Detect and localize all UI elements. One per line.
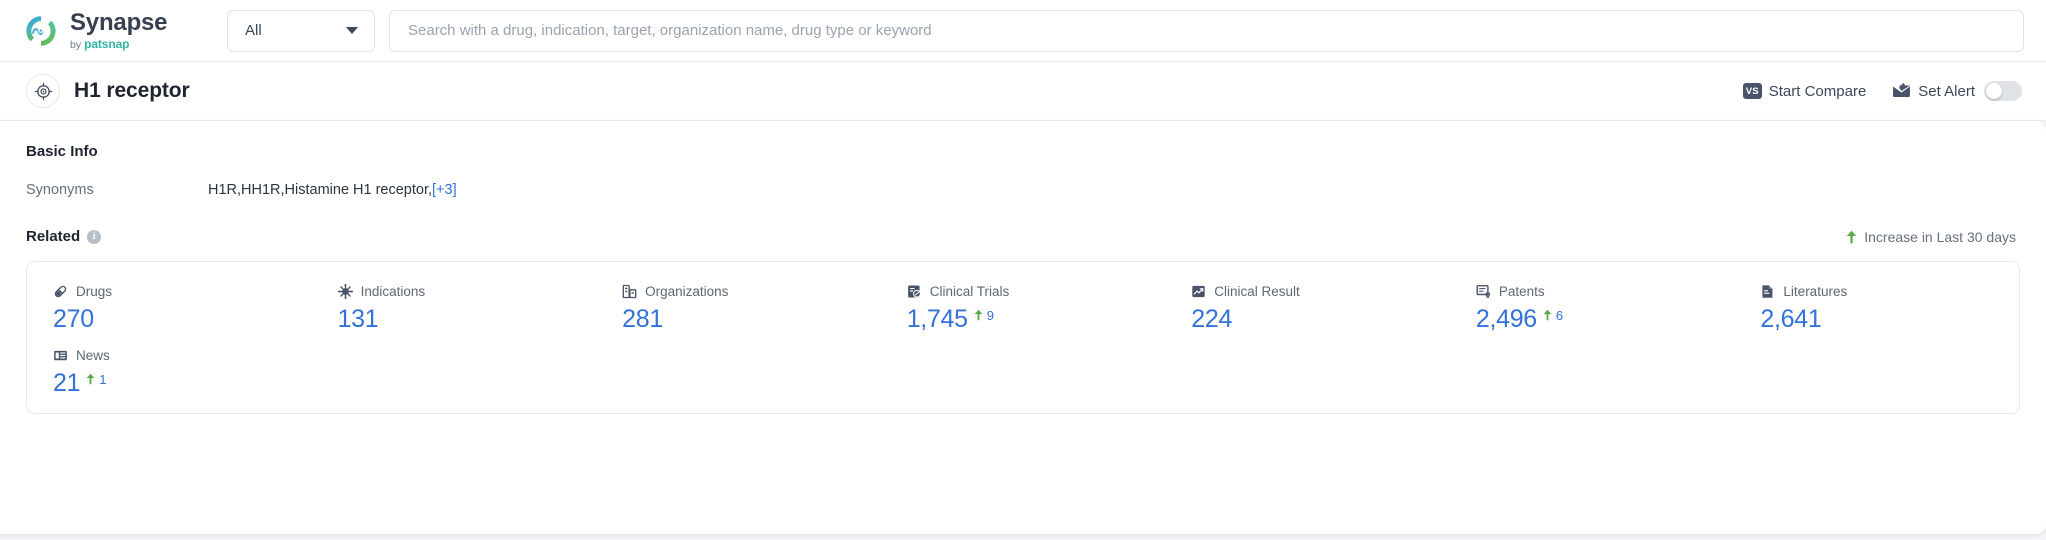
- arrow-up-icon: [86, 372, 95, 390]
- chevron-down-icon: [346, 27, 358, 34]
- stat-value: 1,745: [907, 306, 968, 332]
- search-scope-value: All: [245, 22, 262, 39]
- pill-capsule-icon: [53, 284, 68, 299]
- related-title: Related: [26, 228, 80, 245]
- global-top-bar: Synapse by patsnap All: [0, 0, 2046, 62]
- stat-delta: 6: [1543, 306, 1563, 326]
- start-compare-label: Start Compare: [1769, 83, 1867, 100]
- increase-legend-label: Increase in Last 30 days: [1864, 229, 2016, 245]
- patent-icon: [1476, 284, 1491, 299]
- stat-delta-value: 1: [99, 372, 106, 386]
- page-title: H1 receptor: [74, 79, 190, 103]
- target-crosshair-icon: [26, 74, 60, 108]
- vs-badge-icon: VS: [1743, 83, 1762, 99]
- stat-delta: 1: [86, 370, 106, 390]
- search-scope-select[interactable]: All: [227, 10, 375, 52]
- clinical-result-icon: [1191, 284, 1206, 299]
- building-icon: [622, 284, 637, 299]
- start-compare-button[interactable]: VS Start Compare: [1743, 83, 1867, 100]
- arrow-up-icon: [1846, 230, 1857, 244]
- stat-news[interactable]: News 21 1: [27, 346, 312, 396]
- brand-by-label: by: [70, 40, 81, 51]
- basic-info-title: Basic Info: [26, 143, 2020, 160]
- related-stats-card: Drugs 270: [26, 261, 2020, 414]
- entity-header-actions: VS Start Compare Set Alert: [1743, 81, 2022, 101]
- stat-label: Organizations: [645, 284, 728, 299]
- info-icon[interactable]: i: [87, 230, 101, 244]
- stat-value: 21: [53, 370, 80, 396]
- set-alert-toggle[interactable]: [1984, 81, 2022, 101]
- stat-delta-value: 9: [987, 308, 994, 322]
- stat-indications[interactable]: Indications 131: [312, 282, 597, 332]
- stat-label: Patents: [1499, 284, 1545, 299]
- stat-literatures[interactable]: Literatures 2,641: [1734, 282, 2019, 332]
- global-search-box[interactable]: [389, 10, 2024, 52]
- synapse-swirl-logo-icon: [22, 12, 60, 50]
- stat-label: Literatures: [1783, 284, 1847, 299]
- synonyms-row: Synonyms H1R,HH1R,Histamine H1 receptor,…: [26, 182, 2020, 198]
- related-stats-grid: Drugs 270: [27, 282, 2019, 397]
- stat-label: Drugs: [76, 284, 112, 299]
- synonyms-more-link[interactable]: [+3]: [432, 182, 457, 198]
- related-header: Related i Increase in Last 30 days: [26, 228, 2020, 245]
- news-icon: [53, 348, 68, 363]
- stat-value: 281: [622, 306, 663, 332]
- synonyms-text: H1R,HH1R,Histamine H1 receptor,: [208, 182, 432, 198]
- stat-label: News: [76, 348, 110, 363]
- entity-identity: H1 receptor: [26, 74, 190, 108]
- brand-name: Synapse: [70, 11, 167, 35]
- stat-drugs[interactable]: Drugs 270: [27, 282, 312, 332]
- search-input[interactable]: [408, 22, 2005, 39]
- stat-label: Clinical Result: [1214, 284, 1300, 299]
- entity-header-bar: H1 receptor VS Start Compare Set Alert: [0, 62, 2046, 121]
- stat-value: 2,496: [1476, 306, 1537, 332]
- stat-label: Clinical Trials: [930, 284, 1010, 299]
- set-alert-button[interactable]: Set Alert: [1892, 82, 1975, 101]
- brand-patsnap-label: patsnap: [84, 38, 129, 50]
- synonyms-value: H1R,HH1R,Histamine H1 receptor,[+3]: [208, 182, 457, 198]
- stat-value: 270: [53, 306, 94, 332]
- virus-icon: [338, 284, 353, 299]
- stat-delta: 9: [974, 306, 994, 326]
- arrow-up-icon: [1543, 308, 1552, 326]
- page-body: Basic Info Synonyms H1R,HH1R,Histamine H…: [0, 121, 2046, 540]
- stat-delta-value: 6: [1556, 308, 1563, 322]
- envelope-alert-icon: [1892, 82, 1911, 101]
- document-icon: [1760, 284, 1775, 299]
- stat-clinical-result[interactable]: Clinical Result 224: [1165, 282, 1450, 332]
- set-alert-group: Set Alert: [1892, 81, 2022, 101]
- clinical-trial-icon: [907, 284, 922, 299]
- stat-value: 224: [1191, 306, 1232, 332]
- increase-legend: Increase in Last 30 days: [1846, 229, 2020, 245]
- stat-patents[interactable]: Patents 2,496 6: [1450, 282, 1735, 332]
- stat-value: 131: [338, 306, 379, 332]
- stat-organizations[interactable]: Organizations 281: [596, 282, 881, 332]
- synonyms-label: Synonyms: [26, 182, 208, 198]
- content-panel: Basic Info Synonyms H1R,HH1R,Histamine H…: [0, 121, 2046, 534]
- set-alert-label: Set Alert: [1918, 83, 1975, 100]
- stat-value: 2,641: [1760, 306, 1821, 332]
- stat-label: Indications: [361, 284, 426, 299]
- stat-clinical-trials[interactable]: Clinical Trials 1,745 9: [881, 282, 1166, 332]
- arrow-up-icon: [974, 308, 983, 326]
- brand-logo[interactable]: Synapse by patsnap: [22, 11, 208, 51]
